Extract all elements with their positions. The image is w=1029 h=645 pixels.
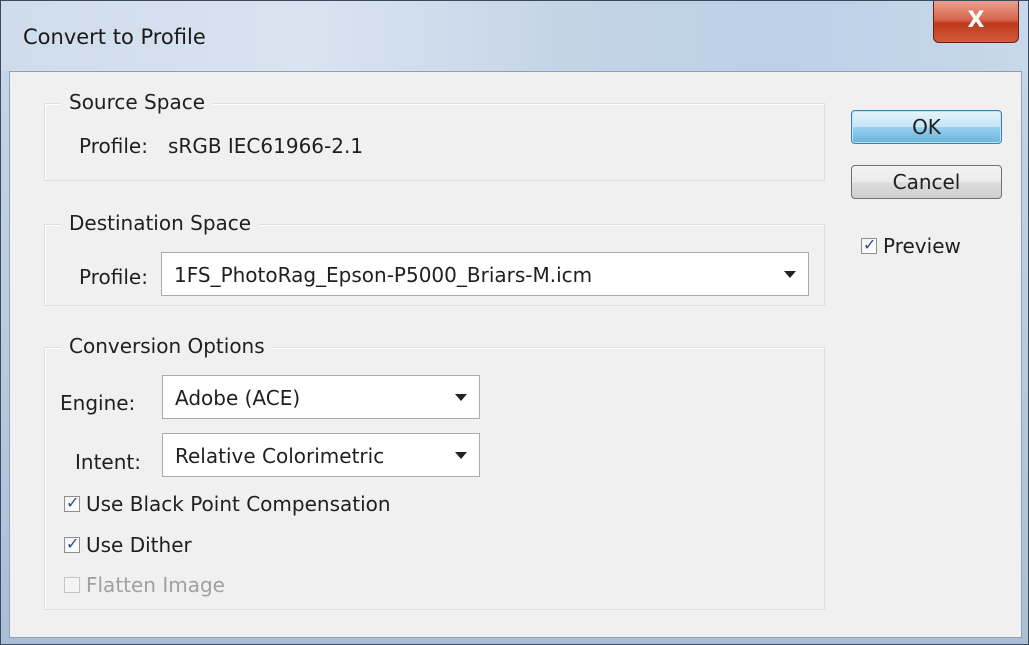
ok-button[interactable]: OK: [851, 110, 1002, 144]
chevron-down-icon: [455, 394, 467, 401]
source-space-group: Source Space Profile: sRGB IEC61966-2.1: [44, 90, 825, 181]
engine-dropdown[interactable]: Adobe (ACE): [162, 375, 480, 419]
engine-value: Adobe (ACE): [175, 386, 301, 410]
source-profile-label: Profile:: [79, 134, 148, 158]
chevron-down-icon: [784, 271, 796, 278]
close-icon: X: [967, 8, 985, 33]
checkbox-box: ✓: [64, 534, 80, 553]
use-dither-checkbox[interactable]: ✓ Use Dither: [64, 533, 192, 557]
intent-value: Relative Colorimetric: [175, 444, 385, 468]
title-bar[interactable]: Convert to Profile X: [1, 1, 1028, 71]
checkbox-box: ✓: [64, 493, 80, 512]
chevron-down-icon: [455, 452, 467, 459]
preview-label: Preview: [883, 234, 961, 258]
close-button[interactable]: X: [933, 1, 1019, 43]
conversion-options-group: Conversion Options Engine: Adobe (ACE) I…: [44, 334, 825, 610]
source-profile-value: sRGB IEC61966-2.1: [168, 134, 364, 158]
preview-checkbox[interactable]: ✓ Preview: [861, 234, 961, 258]
black-point-compensation-label: Use Black Point Compensation: [86, 492, 391, 516]
checkbox-box: ✓: [861, 235, 877, 254]
checkmark-icon: ✓: [66, 534, 80, 553]
destination-space-title: Destination Space: [61, 211, 260, 235]
destination-profile-dropdown[interactable]: 1FS_PhotoRag_Epson-P5000_Briars-M.icm: [161, 252, 809, 296]
use-dither-label: Use Dither: [86, 533, 192, 557]
conversion-options-title: Conversion Options: [61, 334, 273, 358]
cancel-button[interactable]: Cancel: [851, 165, 1002, 199]
dialog-body: Source Space Profile: sRGB IEC61966-2.1 …: [9, 71, 1022, 638]
convert-to-profile-dialog: Convert to Profile X Source Space Profil…: [0, 0, 1029, 645]
flatten-image-checkbox: Flatten Image: [64, 573, 225, 597]
destination-profile-label: Profile:: [79, 265, 148, 289]
engine-label: Engine:: [60, 391, 136, 415]
checkmark-icon: ✓: [66, 493, 80, 512]
checkbox-box: [64, 577, 80, 593]
dialog-title: Convert to Profile: [23, 25, 206, 49]
black-point-compensation-checkbox[interactable]: ✓ Use Black Point Compensation: [64, 492, 391, 516]
destination-profile-value: 1FS_PhotoRag_Epson-P5000_Briars-M.icm: [174, 263, 593, 287]
source-space-title: Source Space: [61, 90, 213, 114]
destination-space-group: Destination Space Profile: 1FS_PhotoRag_…: [44, 211, 825, 306]
intent-dropdown[interactable]: Relative Colorimetric: [162, 433, 480, 477]
checkmark-icon: ✓: [863, 235, 877, 254]
intent-label: Intent:: [75, 450, 141, 474]
flatten-image-label: Flatten Image: [86, 573, 225, 597]
